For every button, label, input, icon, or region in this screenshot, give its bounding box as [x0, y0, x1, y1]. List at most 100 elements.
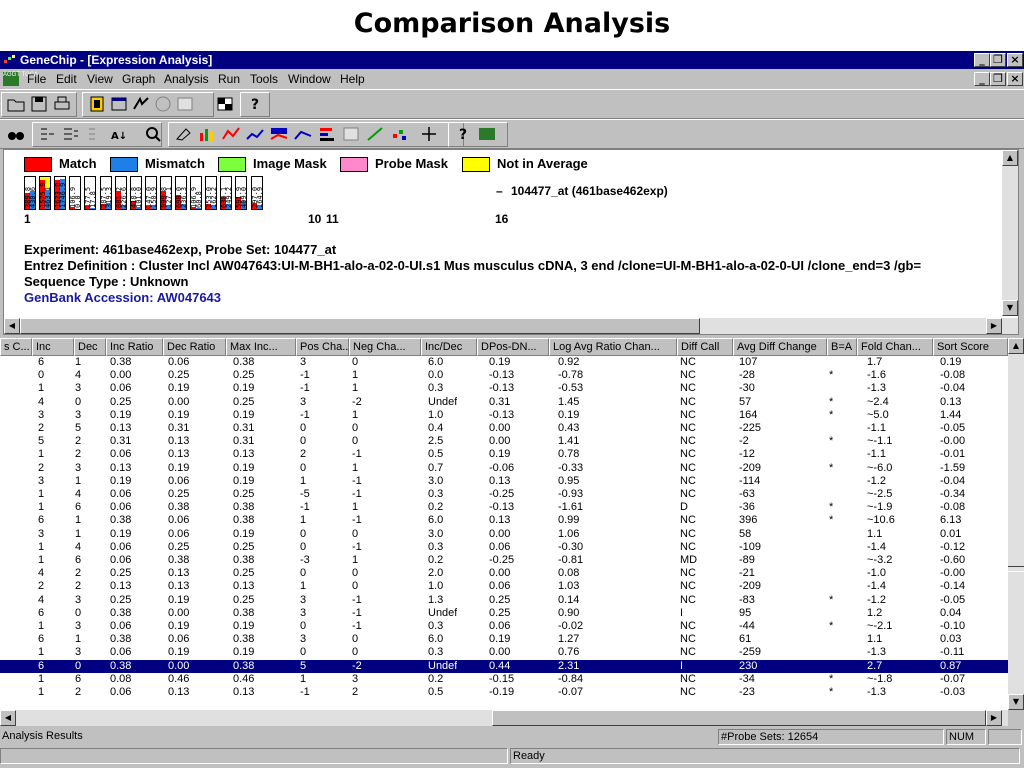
table-row[interactable]: 6 1 0.38 0.06 0.38 3 0 6.0 0.19 0.92 NC 107 1.7 0.19	[0, 356, 1008, 369]
print-icon[interactable]	[51, 94, 73, 114]
stop-icon[interactable]	[152, 94, 174, 114]
close-button[interactable]: ×	[1007, 53, 1023, 67]
menu-view[interactable]: View	[87, 69, 113, 89]
scatter-graph-icon[interactable]	[364, 124, 386, 144]
grid-horizontal-scrollbar[interactable]: ◀ ▶	[0, 710, 1008, 726]
menu-tools[interactable]: Tools	[250, 69, 278, 89]
panel-scroll-down-button[interactable]: ▼	[1002, 300, 1018, 316]
probe-pair-16[interactable]: 297.0 164.9	[250, 176, 263, 210]
menu-graph[interactable]: Graph	[122, 69, 155, 89]
menu-analysis[interactable]: Analysis	[164, 69, 209, 89]
table-row[interactable]: 1 3 0.06 0.19 0.19 -1 1 0.3 -0.13 -0.53 NC -30 -1.3 -…	[0, 382, 1008, 395]
column-header-15[interactable]: Sort Score	[933, 338, 1008, 356]
table-row[interactable]: 6 0 0.38 0.00 0.38 5 -2 Undef 0.44 2.31 I 230 2.7 0.8…	[0, 659, 1008, 673]
grid-scroll-down-button[interactable]: ▼	[1008, 694, 1024, 710]
mdi-restore-button[interactable]: ❐	[990, 72, 1006, 86]
column-header-12[interactable]: Avg Diff Change	[733, 338, 827, 356]
column-header-1[interactable]: Inc	[32, 338, 74, 356]
table-row[interactable]: 6 1 0.38 0.06 0.38 3 0 6.0 0.19 1.27 NC 61 1.1 0.03	[0, 633, 1008, 646]
binoculars-icon[interactable]	[5, 124, 27, 144]
table-row[interactable]: 0 4 0.00 0.25 0.25 -1 1 0.0 -0.13 -0.78 NC -28 * -1.6…	[0, 369, 1008, 382]
table-row[interactable]: 4 0 0.25 0.00 0.25 3 -2 Undef 0.31 1.45 NC 57 * ~2.4 0…	[0, 396, 1008, 409]
table-row[interactable]: 1 4 0.06 0.25 0.25 0 -1 0.3 0.06 -0.30 NC -109 -1.4 -…	[0, 541, 1008, 554]
zoom-icon[interactable]	[142, 124, 164, 144]
menu-file[interactable]: File	[27, 69, 46, 89]
table-row[interactable]: 6 0 0.38 0.00 0.38 3 -1 Undef 0.25 0.90 I 95 1.2 0.04	[0, 607, 1008, 620]
table-row[interactable]: 1 6 0.06 0.38 0.38 -1 1 0.2 -0.13 -1.61 D -36 * ~-1.9…	[0, 501, 1008, 514]
column-header-13[interactable]: B=A	[827, 338, 857, 356]
column-header-5[interactable]: Max Inc...	[226, 338, 296, 356]
table-row[interactable]: 3 1 0.19 0.06 0.19 1 -1 3.0 0.13 0.95 NC -114 -1.2 -0…	[0, 475, 1008, 488]
column-header-9[interactable]: DPos-DN...	[477, 338, 549, 356]
probe-pair-15[interactable]: 591.9 409.0	[235, 176, 248, 210]
table-row[interactable]: 4 2 0.25 0.13 0.25 0 0 2.0 0.00 0.08 NC -21 -1.0 -0.0…	[0, 567, 1008, 580]
probe-pair-3[interactable]: 1623.0 1746.9	[54, 176, 67, 210]
grid-icon[interactable]	[174, 94, 196, 114]
column-header-8[interactable]: Inc/Dec	[421, 338, 477, 356]
mdi-close-button[interactable]: ×	[1007, 72, 1023, 86]
probe-pair-10[interactable]: 899.8 127.1	[159, 176, 172, 210]
add-rows-icon[interactable]	[60, 124, 82, 144]
probe-pair-9[interactable]: 147.0 150.9	[144, 176, 157, 210]
table-row[interactable]: 1 4 0.06 0.25 0.25 -5 -1 0.3 -0.25 -0.93 NC -63 ~-2.…	[0, 488, 1008, 501]
trend-graph-icon[interactable]	[244, 124, 266, 144]
crosshair-icon[interactable]	[418, 124, 440, 144]
probe-pair-2[interactable]: 1575.9 463.1	[39, 176, 52, 210]
table-row[interactable]: 6 1 0.38 0.06 0.38 1 -1 6.0 0.13 0.99 NC 396 * ~10.6 6…	[0, 514, 1008, 527]
grid-scroll-left-button[interactable]: ◀	[0, 710, 16, 726]
column-header-7[interactable]: Neg Cha...	[349, 338, 421, 356]
probe-pair-13[interactable]: 253.0 162.2	[205, 176, 218, 210]
horizontal-bar-icon[interactable]	[316, 124, 338, 144]
column-header-0[interactable]: s C...	[0, 338, 32, 356]
grid-scroll-track[interactable]	[16, 710, 492, 726]
panel-scroll-left-button[interactable]: ◀	[4, 318, 20, 334]
panel-horizontal-scrollbar[interactable]: ◀ ▶	[4, 318, 1018, 334]
help-icon[interactable]: ?	[244, 94, 266, 114]
grid-vertical-scrollbar[interactable]: ▲ ▼	[1008, 338, 1024, 710]
menu-run[interactable]: Run	[218, 69, 240, 89]
genechip-icon[interactable]	[476, 124, 498, 144]
panel-scroll-right-button[interactable]: ▶	[986, 318, 1002, 334]
panel-scroll-up-button[interactable]: ▲	[1002, 150, 1018, 166]
probe-pair-12[interactable]: 106.9 60.8	[190, 176, 203, 210]
chip-analysis-icon[interactable]	[86, 94, 108, 114]
sort-icon[interactable]: A↓	[108, 124, 130, 144]
panel-vertical-scrollbar[interactable]: ▲ ▼	[1002, 150, 1018, 316]
grid-scroll-thumb[interactable]	[1008, 566, 1024, 572]
table-row[interactable]: 2 5 0.13 0.31 0.31 0 0 0.4 0.00 0.43 NC -225 -1.1 -0.…	[0, 422, 1008, 435]
table-row[interactable]: 3 3 0.19 0.19 0.19 -1 1 1.0 -0.13 0.19 NC 164 * ~5.0 1…	[0, 409, 1008, 422]
diff-graph-icon[interactable]	[268, 124, 290, 144]
add-row-icon[interactable]	[36, 124, 58, 144]
table-row[interactable]: 2 3 0.13 0.19 0.19 0 1 0.7 -0.06 -0.33 NC -209 * ~-6.…	[0, 462, 1008, 475]
window-view-icon[interactable]	[108, 94, 130, 114]
checker-icon[interactable]	[214, 94, 236, 114]
grid-scroll-right-button[interactable]: ▶	[986, 710, 1002, 726]
save-icon[interactable]	[28, 94, 50, 114]
grid-scroll-thumb-horizontal[interactable]	[492, 710, 986, 726]
menu-window[interactable]: Window	[288, 69, 331, 89]
table-row[interactable]: 1 2 0.06 0.13 0.13 2 -1 0.5 0.19 0.78 NC -12 -1.1 -0.…	[0, 448, 1008, 461]
column-header-3[interactable]: Inc Ratio	[106, 338, 163, 356]
menu-edit[interactable]: Edit	[56, 69, 77, 89]
minimize-button[interactable]: _	[974, 53, 990, 67]
help-icon-2[interactable]: ?	[452, 124, 474, 144]
line-graph-icon[interactable]	[220, 124, 242, 144]
probe-pair-1[interactable]: 389.8 430.6	[24, 176, 36, 210]
table-row[interactable]: 2 2 0.13 0.13 0.13 1 0 1.0 0.06 1.03 NC -209 -1.4 -0.…	[0, 580, 1008, 593]
compare-graph-icon[interactable]	[292, 124, 314, 144]
table-row[interactable]: 3 1 0.19 0.06 0.19 0 0 3.0 0.00 1.06 NC 58 1.1 0.01	[0, 528, 1008, 541]
table-row[interactable]: 5 2 0.31 0.13 0.31 0 0 2.5 0.00 1.41 NC -2 * ~-1.1 -0.…	[0, 435, 1008, 448]
filter-rows-icon[interactable]	[84, 124, 106, 144]
table-row[interactable]: 1 6 0.08 0.46 0.46 1 3 0.2 -0.15 -0.84 NC -34 * ~-1.8…	[0, 673, 1008, 686]
probe-pair-4[interactable]: 106.9 0.0	[69, 176, 82, 210]
column-header-2[interactable]: Dec	[74, 338, 106, 356]
document-icon[interactable]: AGGT TGCA	[3, 72, 38, 86]
restore-button[interactable]: ❐	[990, 53, 1006, 67]
run-analysis-icon[interactable]	[130, 94, 152, 114]
cluster-graph-icon[interactable]	[388, 124, 410, 144]
table-row[interactable]: 4 3 0.25 0.19 0.25 3 -1 1.3 0.25 0.14 NC -83 * -1.2 -0…	[0, 594, 1008, 607]
table-graph-icon[interactable]	[340, 124, 362, 144]
grid-scroll-up-button[interactable]: ▲	[1008, 338, 1024, 354]
probe-pair-7[interactable]: 881.2 226.6	[114, 176, 127, 210]
probe-pair-5[interactable]: 177.5 17.8	[84, 176, 97, 210]
